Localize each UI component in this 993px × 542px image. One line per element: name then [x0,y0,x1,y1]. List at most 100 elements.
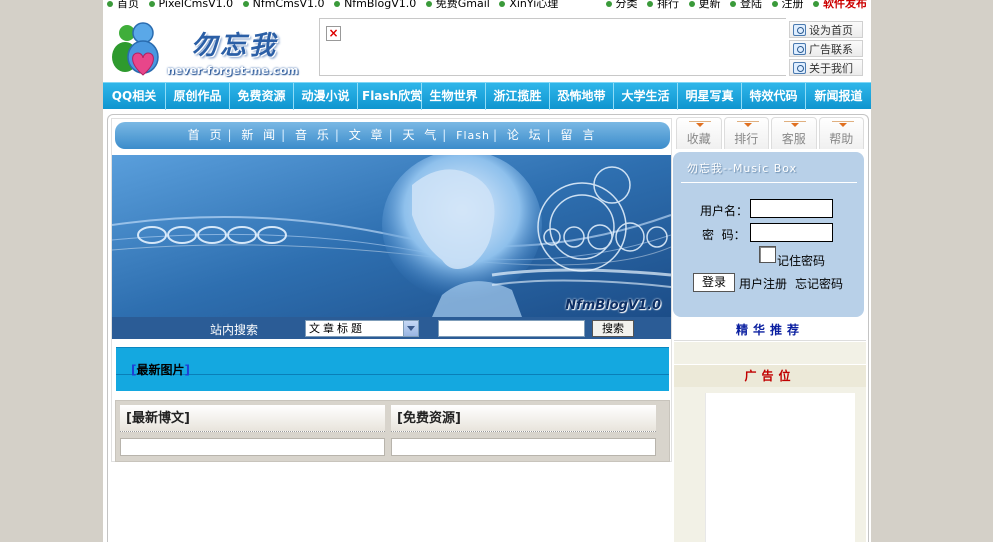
main-nav: QQ相关 原创作品 免费资源 动漫小说 Flash欣赏 生物世界 浙江揽胜 恐怖… [103,82,871,110]
music-box-divider [681,182,857,183]
top-link-ranking[interactable]: 排行 [647,0,679,9]
subnav-separator: | [388,128,393,142]
tab-ranking[interactable]: 排行 [723,117,769,149]
top-link-xinyi[interactable]: XinYi心理 [499,0,558,9]
top-link-register[interactable]: 注册 [771,0,804,9]
panel-divider [116,374,669,375]
subnav-flash[interactable]: Flash [456,129,490,142]
music-box-login: 勿忘我--Music Box 用户名： 密 码： 记住密码 登录 用户注册 忘记… [673,152,864,317]
top-link-bar: 首页 PixelCmsV1.0 NfmCmsV1.0 NfmBlogV1.0 免… [103,0,871,13]
quick-links: 设为首页 广告联系 关于我们 [789,21,863,78]
search-label: 站内搜索 [210,323,259,337]
free-resources-panel: [免费资源] [391,405,656,460]
nav-item-free-resources[interactable]: 免费资源 [230,83,294,110]
nav-item-effects[interactable]: 特效代码 [742,83,806,110]
two-column-panels: [最新博文] [免费资源] [115,400,670,462]
right-tabs: 收藏 排行 客服 帮助 [676,117,866,151]
password-field[interactable] [750,223,833,242]
top-link-category[interactable]: 分类 [605,0,638,9]
top-link-login[interactable]: 登陆 [730,0,762,9]
nav-item-anime[interactable]: 动漫小说 [294,83,358,110]
nav-item-biology[interactable]: 生物世界 [422,83,486,110]
top-link-update[interactable]: 更新 [688,0,721,9]
page: 首页 PixelCmsV1.0 NfmCmsV1.0 NfmBlogV1.0 免… [103,0,871,542]
bullet-icon [499,1,506,7]
ad-contact-button[interactable]: 广告联系 [789,40,863,57]
subnav-news[interactable]: 新 闻 [241,128,278,142]
tab-help[interactable]: 帮助 [818,117,864,149]
hero-banner: NfmBlogV1.0 [112,155,671,317]
subnav-music[interactable]: 音 乐 [295,128,332,142]
subnav-separator: | [227,128,232,142]
nav-item-horror[interactable]: 恐怖地带 [550,83,614,110]
nav-item-zhejiang[interactable]: 浙江揽胜 [486,83,550,110]
remember-password-checkbox[interactable] [759,246,776,263]
password-label: 密 码： [702,228,746,242]
search-input[interactable] [438,320,585,337]
nav-item-original[interactable]: 原创作品 [166,83,230,110]
subnav-articles[interactable]: 文 章 [349,128,386,142]
subnav-separator: | [281,128,286,142]
login-button[interactable]: 登录 [693,273,735,292]
latest-blogs-title[interactable]: [最新博文] [120,405,385,432]
subnav-separator: | [442,128,447,142]
bullet-icon [771,1,778,7]
remember-password-label: 记住密码 [777,254,826,268]
bullet-icon [242,1,249,7]
chevron-down-icon[interactable] [403,321,418,336]
top-link-nfmcms[interactable]: NfmCmsV1.0 [242,0,325,9]
ie-icon [793,23,806,36]
bullet-icon [148,1,155,7]
ad-slot[interactable] [705,393,855,542]
nav-item-news[interactable]: 新闻报道 [806,83,871,110]
top-link-home[interactable]: 首页 [107,0,139,9]
top-link-software-release[interactable]: 软件发布 [813,0,867,9]
subnav-home[interactable]: 首 页 [188,128,225,142]
logo-domain-text: never-forget-me.com [167,64,299,77]
about-us-button[interactable]: 关于我们 [789,59,863,76]
latest-blogs-panel: [最新博文] [120,405,385,460]
nav-item-stars[interactable]: 明星写真 [678,83,742,110]
search-button[interactable]: 搜索 [592,320,634,337]
subnav-separator: | [492,128,498,142]
free-resources-title[interactable]: [免费资源] [391,405,656,432]
top-link-nfmblog[interactable]: NfmBlogV1.0 [334,0,416,9]
username-label: 用户名： [700,204,749,218]
bullet-icon [425,1,432,7]
latest-pictures-panel: [最新图片] [116,347,669,391]
latest-pictures-title[interactable]: [最新图片] [131,361,190,378]
top-link-gmail[interactable]: 免费Gmail [425,0,490,9]
username-field[interactable] [750,199,833,218]
tab-support[interactable]: 客服 [771,117,817,149]
sub-nav: 首 页 | 新 闻 | 音 乐 | 文 章 | 天 气 | Flash | 论 坛 | 留 言 [115,122,670,149]
logo-chinese-text: 勿忘我 [191,31,279,61]
bullet-icon [813,1,819,7]
subnav-separator: | [334,128,339,142]
nav-item-flash[interactable]: Flash欣赏 [358,83,422,110]
nav-item-college[interactable]: 大学生活 [614,83,678,110]
forgot-password-link[interactable]: 忘记密码 [795,275,843,292]
set-homepage-button[interactable]: 设为首页 [789,21,863,38]
site-logo[interactable]: 勿忘我 never-forget-me.com [107,17,307,79]
subnav-forum[interactable]: 论 坛 [507,128,544,142]
top-link-pixelcms[interactable]: PixelCmsV1.0 [148,0,233,9]
search-field-value: 文章标题 [309,322,365,335]
banner-artwork [112,155,671,317]
nav-item-qq[interactable]: QQ相关 [103,83,166,110]
header-ad-frame[interactable]: × [319,18,786,76]
banner-version-tag: NfmBlogV1.0 [565,298,661,313]
ad-heading: 广告位 [674,365,866,387]
top-links-right: 分类 排行 更新 登陆 注册 软件发布 [605,0,867,9]
search-field-select[interactable]: 文章标题 [305,320,419,337]
subnav-separator: | [546,128,551,142]
site-header: 勿忘我 never-forget-me.com × 设为首页 广告联系 关于我们 [103,13,871,81]
subnav-weather[interactable]: 天 气 [402,128,439,142]
bullet-icon [107,1,113,7]
register-link[interactable]: 用户注册 [739,275,787,292]
top-links-left: 首页 PixelCmsV1.0 NfmCmsV1.0 NfmBlogV1.0 免… [107,0,564,9]
tab-favorites[interactable]: 收藏 [676,117,722,149]
bullet-icon [688,1,695,7]
subnav-guestbook[interactable]: 留 言 [561,128,598,142]
featured-heading: 精华推荐 [674,319,866,341]
featured-content [674,342,866,364]
